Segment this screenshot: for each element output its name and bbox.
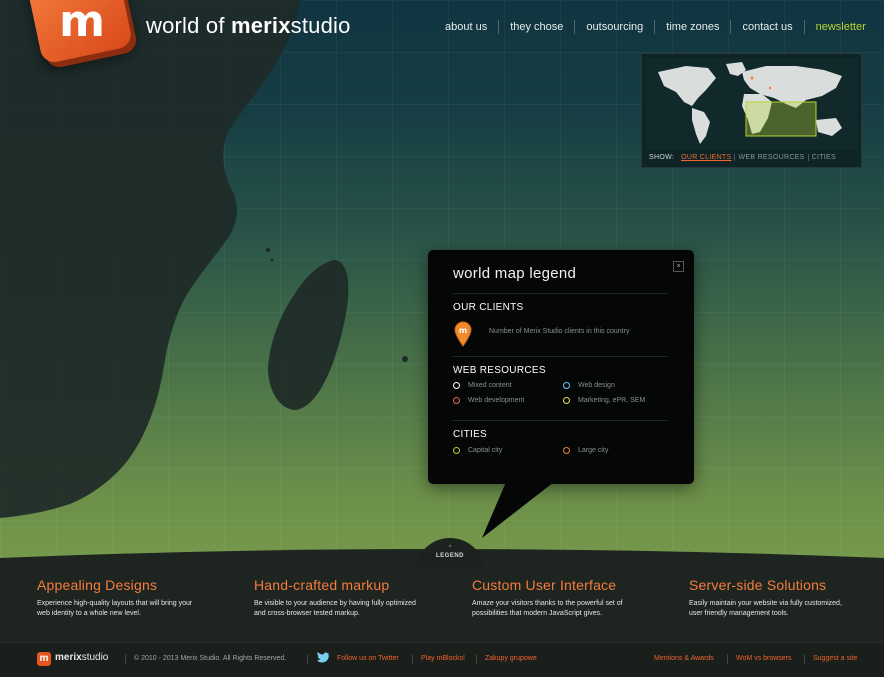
legend-item-label: Web development <box>468 397 525 404</box>
feature-text: Easily maintain your website via fully c… <box>689 599 884 619</box>
dot-icon <box>453 397 460 404</box>
footer-wom-link[interactable]: WoM vs browsers <box>736 655 792 662</box>
feature-title[interactable]: Custom User Interface <box>472 576 672 594</box>
footer-logo-icon[interactable]: m <box>37 652 51 666</box>
feature-text-line: and cross-browser tested markup. <box>254 610 360 617</box>
legend-item-label: Large city <box>578 447 609 454</box>
feature-text-line: possibilities that modern JavaScript giv… <box>472 610 602 617</box>
legend-item-label: Web design <box>578 382 615 389</box>
footer-divider <box>727 654 728 664</box>
show-cities[interactable]: CITIES <box>807 154 839 161</box>
legend-clients-heading: OUR CLIENTS <box>453 302 524 313</box>
legend-item-capital-city: Capital city <box>453 447 502 454</box>
feature-text-line: Experience high-quality layouts that wil… <box>37 600 193 607</box>
legend-item-label: Marketing, ePR, SEM <box>578 397 646 404</box>
legend-tab-label: LEGEND <box>435 553 464 559</box>
feature-title[interactable]: Server-side Solutions <box>689 576 884 594</box>
site-title-bold: merix <box>230 13 291 38</box>
footer-divider <box>412 654 413 664</box>
footer-brand[interactable]: merixstudio <box>55 652 108 663</box>
feature-text: Experience high-quality layouts that wil… <box>37 599 237 619</box>
footer-divider <box>125 654 126 664</box>
legend-clients-description: Number of Merix Studio clients in this c… <box>489 328 630 335</box>
legend-title: world map legend <box>453 265 577 282</box>
footer-copyright: © 2010 - 2013 Merix Studio. All Rights R… <box>134 655 287 662</box>
features-section: Appealing Designs Experience high-qualit… <box>0 570 884 642</box>
dot-icon <box>453 382 460 389</box>
site-title[interactable]: world of merixstudio <box>146 12 351 40</box>
close-icon[interactable]: × <box>673 261 684 272</box>
map-pin-icon: m <box>454 321 472 347</box>
legend-item-label: Mixed content <box>468 382 512 389</box>
dot-icon <box>563 447 570 454</box>
legend-divider <box>453 293 668 294</box>
site-title-post: studio <box>290 13 351 38</box>
feature-text-line: user friendly management tools. <box>689 610 789 617</box>
main-nav: about us they chose outsourcing time zon… <box>434 19 877 35</box>
dot-icon <box>563 382 570 389</box>
show-web-resources[interactable]: WEB RESOURCES <box>734 154 807 161</box>
footer-divider <box>307 654 308 664</box>
feature-title[interactable]: Hand-crafted markup <box>254 576 454 594</box>
legend-divider <box>453 420 668 421</box>
feature-text-line: web identity to a whole new level. <box>37 610 141 617</box>
site-title-pre: world of <box>146 13 231 38</box>
legend-web-resources-heading: WEB RESOURCES <box>453 365 546 376</box>
minimap-world-icon <box>646 58 858 150</box>
feature-text-line: Easily maintain your website via fully c… <box>689 600 842 607</box>
dot-icon <box>453 447 460 454</box>
footer-brand-bold: merix <box>55 652 82 663</box>
legend-divider <box>453 356 668 357</box>
footer-brand-rest: studio <box>81 652 109 663</box>
footer: m merixstudio © 2010 - 2013 Merix Studio… <box>0 642 884 677</box>
legend-popup: world map legend × OUR CLIENTS m Number … <box>428 250 694 484</box>
nav-time-zones[interactable]: time zones <box>654 20 730 34</box>
feature-text-line: Amaze your visitors thanks to the powerf… <box>472 600 623 607</box>
pin-letter: m <box>459 326 467 335</box>
logo-letter: m <box>59 0 105 47</box>
legend-item-web-development: Web development <box>453 397 524 404</box>
legend-item-large-city: Large city <box>563 447 608 454</box>
chevron-up-icon: ^ <box>448 545 452 551</box>
footer-twitter-link[interactable]: Follow us on Twitter <box>337 655 399 662</box>
feature-hand-crafted-markup: Hand-crafted markup Be visible to your a… <box>254 576 454 619</box>
footer-mentions-link[interactable]: Mentions & Awards <box>654 655 714 662</box>
footer-suggest-link[interactable]: Suggest a site <box>813 655 857 662</box>
legend-item-web-design: Web design <box>563 382 615 389</box>
legend-item-marketing: Marketing, ePR, SEM <box>563 397 645 404</box>
nav-they-chose[interactable]: they chose <box>498 20 574 34</box>
feature-text-line: Be visible to your audience by having fu… <box>254 600 416 607</box>
legend-cities-heading: CITIES <box>453 429 488 440</box>
feature-text: Be visible to your audience by having fu… <box>254 599 454 619</box>
feature-appealing-designs: Appealing Designs Experience high-qualit… <box>37 576 237 619</box>
nav-about-us[interactable]: about us <box>434 20 498 34</box>
legend-item-label: Capital city <box>468 447 503 454</box>
feature-text: Amaze your visitors thanks to the powerf… <box>472 599 672 619</box>
feature-custom-ui: Custom User Interface Amaze your visitor… <box>472 576 672 619</box>
legend-pointer <box>482 482 554 538</box>
footer-divider <box>804 654 805 664</box>
legend-item-mixed-content: Mixed content <box>453 382 512 389</box>
dot-icon <box>563 397 570 404</box>
nav-newsletter[interactable]: newsletter <box>803 20 877 34</box>
nav-outsourcing[interactable]: outsourcing <box>574 20 654 34</box>
footer-divider <box>476 654 477 664</box>
footer-play-link[interactable]: Play mBlocks! <box>421 655 465 662</box>
nav-contact-us[interactable]: contact us <box>730 20 803 34</box>
minimap-show-row: SHOW: OUR CLIENTS WEB RESOURCES CITIES <box>649 154 839 161</box>
feature-server-side: Server-side Solutions Easily maintain yo… <box>689 576 884 619</box>
show-label: SHOW: <box>649 154 675 161</box>
show-our-clients[interactable]: OUR CLIENTS <box>678 154 734 161</box>
feature-title[interactable]: Appealing Designs <box>37 576 237 594</box>
twitter-bird-icon[interactable] <box>316 652 330 664</box>
minimap[interactable]: SHOW: OUR CLIENTS WEB RESOURCES CITIES <box>641 53 862 168</box>
footer-zakupy-link[interactable]: Zakupy grupowe <box>485 655 537 662</box>
